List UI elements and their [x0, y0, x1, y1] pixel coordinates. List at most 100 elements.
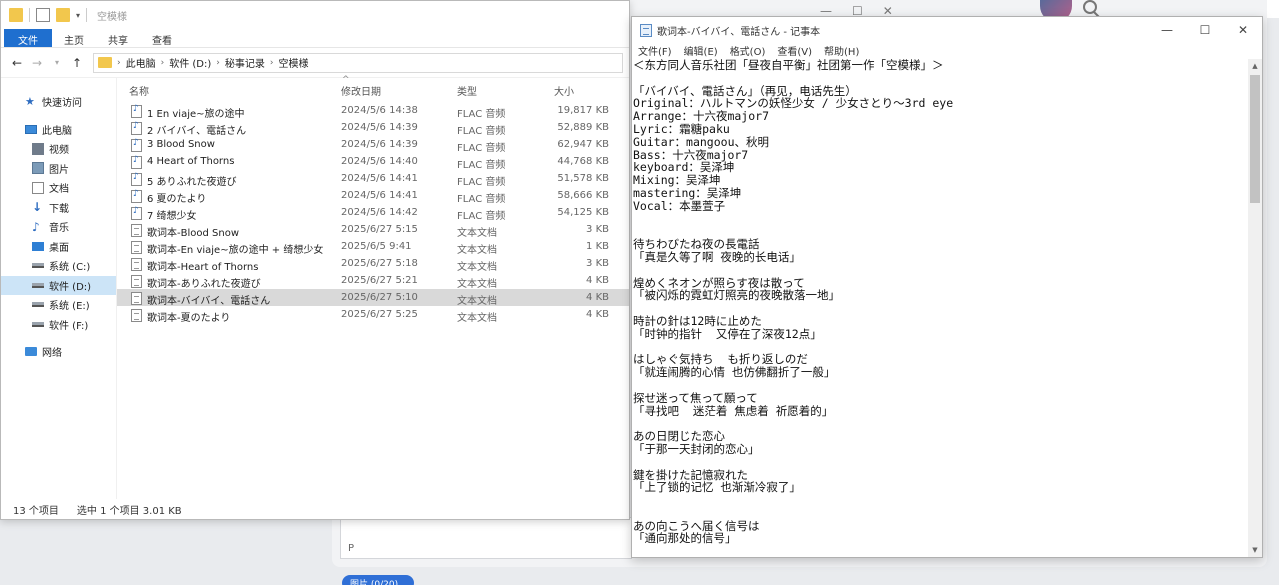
up-arrow-icon[interactable]: ↑ — [69, 55, 85, 71]
file-type: 文本文档 — [457, 296, 497, 307]
sidebar-item-drive-d[interactable]: 软件 (D:) — [1, 275, 116, 295]
sidebar-item-label: 视频 — [49, 145, 69, 157]
table-row[interactable]: 5 ありふれた夜遊び 2024/5/6 14:41 FLAC 音频 51,578 KB — [117, 170, 629, 188]
explorer-body: ★ 快速访问 此电脑 视频 图片 文档 ↓ 下载 ♪ 音乐 桌面 系统 (C:)… — [1, 75, 629, 499]
sidebar-item-quick-access[interactable]: ★ 快速访问 — [1, 92, 116, 112]
column-header-type[interactable]: 类型 — [457, 83, 477, 98]
tab-home[interactable]: 主页 — [52, 29, 96, 47]
sidebar-item-network[interactable]: 网络 — [1, 342, 116, 362]
chevron-right-icon[interactable]: › — [216, 58, 220, 68]
scrollbar-thumb[interactable] — [1250, 75, 1260, 203]
table-row[interactable]: 7 绮想少女 2024/5/6 14:42 FLAC 音频 54,125 KB — [117, 204, 629, 222]
file-date: 2025/6/27 5:18 — [341, 258, 418, 269]
sidebar-item-desktop[interactable]: 桌面 — [1, 237, 116, 257]
new-folder-icon[interactable] — [56, 8, 70, 22]
close-icon[interactable]: ✕ — [1224, 17, 1262, 43]
column-header-size[interactable]: 大小 — [554, 83, 574, 98]
text-line: 「真是久等了啊 夜晚的长电话」 — [633, 249, 801, 264]
tab-view[interactable]: 查看 — [140, 29, 184, 47]
sidebar-item-label: 快速访问 — [42, 98, 82, 110]
minimize-icon[interactable]: — — [1148, 17, 1186, 43]
sidebar-item-label: 软件 (D:) — [49, 281, 92, 293]
file-size: 3 KB — [586, 258, 609, 269]
table-row[interactable]: 歌词本-Blood Snow 2025/6/27 5:15 文本文档 3 KB — [117, 221, 629, 239]
column-header-name[interactable]: 名称 — [129, 83, 149, 98]
chevron-down-icon[interactable]: ▾ — [76, 11, 80, 20]
menu-edit[interactable]: 编辑(E) — [684, 43, 718, 59]
forward-arrow-icon[interactable]: → — [29, 55, 45, 71]
menu-help[interactable]: 帮助(H) — [824, 43, 859, 59]
file-name: 7 绮想少女 — [147, 211, 197, 222]
sidebar-item-documents[interactable]: 文档 — [1, 178, 116, 198]
breadcrumb-item[interactable]: 秘事记录 — [225, 55, 265, 70]
window-title: 歌词本-バイバイ、電話さん - 记事本 — [657, 26, 821, 38]
text-file-icon — [131, 309, 142, 322]
table-row[interactable]: 歌词本-ありふれた夜遊び 2025/6/27 5:21 文本文档 4 KB — [117, 272, 629, 290]
image-count-pill[interactable]: 图片 (0/20) — [342, 575, 414, 585]
sidebar-item-drive-e[interactable]: 系统 (E:) — [1, 295, 116, 315]
text-line — [633, 456, 1248, 469]
tab-share[interactable]: 共享 — [96, 29, 140, 47]
text-line — [633, 494, 1248, 507]
sidebar-item-drive-f[interactable]: 软件 (F:) — [1, 315, 116, 335]
breadcrumb-item[interactable]: 空模様 — [279, 55, 309, 70]
table-row[interactable]: 4 Heart of Thorns 2024/5/6 14:40 FLAC 音频 44… — [117, 153, 629, 171]
breadcrumb-item[interactable]: 软件 (D:) — [169, 55, 211, 70]
table-row[interactable]: 歌词本-夏のたより 2025/6/27 5:25 文本文档 4 KB — [117, 306, 629, 324]
file-type: 文本文档 — [457, 313, 497, 324]
file-type: 文本文档 — [457, 279, 497, 290]
music-icon: ♪ — [32, 219, 40, 234]
maximize-icon[interactable]: ☐ — [1186, 17, 1224, 43]
sidebar-item-this-pc[interactable]: 此电脑 — [1, 120, 116, 140]
text-line: 時計の針は12時に止めた — [633, 313, 762, 328]
sidebar-item-videos[interactable]: 视频 — [1, 139, 116, 159]
table-row[interactable]: 歌词本-En viaje~旅の途中 + 绮想少女 2025/6/5 9:41 文本文… — [117, 238, 629, 256]
address-row: ← → ▾ ↑ › 此电脑 › 软件 (D:) › 秘事记录 › 空模様 — [1, 48, 629, 78]
tab-file[interactable]: 文件 — [4, 29, 52, 47]
file-name: 5 ありふれた夜遊び — [147, 177, 237, 188]
text-line: keyboard：吴泽坤 — [633, 160, 735, 175]
table-row[interactable]: 2 バイバイ、電話さん 2024/5/6 14:39 FLAC 音频 52,889 K… — [117, 119, 629, 137]
scroll-up-icon[interactable]: ▲ — [1248, 59, 1262, 73]
chevron-right-icon[interactable]: › — [117, 58, 121, 68]
file-name: 1 En viaje~旅の途中 — [147, 109, 245, 120]
breadcrumb-item[interactable]: 此电脑 — [126, 55, 156, 70]
file-size: 58,666 KB — [557, 190, 609, 201]
menu-format[interactable]: 格式(O) — [730, 43, 766, 59]
file-date: 2024/5/6 14:39 — [341, 122, 418, 133]
background-input-hint: P — [348, 543, 355, 554]
text-editor[interactable]: ＜东方同人音乐社团「昼夜自平衡」社团第一作「空模様」＞ 「バイバイ、電話さん」（再… — [632, 59, 1248, 557]
scroll-down-icon[interactable]: ▼ — [1248, 543, 1262, 557]
table-row[interactable]: 歌词本-バイバイ、電話さん 2025/6/27 5:10 文本文档 4 KB — [117, 289, 629, 307]
vertical-scrollbar[interactable]: ▲ ▼ — [1248, 59, 1262, 557]
drive-icon — [32, 302, 44, 308]
breadcrumb[interactable]: › 此电脑 › 软件 (D:) › 秘事记录 › 空模様 — [93, 52, 623, 73]
file-size: 44,768 KB — [557, 156, 609, 167]
toolbar-divider — [86, 8, 88, 22]
table-row[interactable]: 1 En viaje~旅の途中 2024/5/6 14:38 FLAC 音频 19,8… — [117, 102, 629, 120]
menu-file[interactable]: 文件(F) — [638, 43, 672, 59]
back-arrow-icon[interactable]: ← — [9, 55, 25, 71]
notepad-icon — [640, 23, 652, 37]
text-line — [633, 213, 1248, 226]
file-type: FLAC 音频 — [457, 109, 506, 120]
background-input-box[interactable] — [340, 517, 632, 559]
file-explorer-window: ▾ 空模様 文件 主页 共享 查看 ← → ▾ ↑ › 此电脑 › 软件 (D:… — [0, 0, 630, 520]
column-header-date[interactable]: 修改日期 — [341, 83, 381, 98]
sidebar-item-drive-c[interactable]: 系统 (C:) — [1, 256, 116, 276]
table-row[interactable]: 6 夏のたより 2024/5/6 14:41 FLAC 音频 58,666 KB — [117, 187, 629, 205]
sidebar-item-label: 下载 — [49, 203, 69, 215]
table-row[interactable]: 3 Blood Snow 2024/5/6 14:39 FLAC 音频 62,947 … — [117, 136, 629, 154]
sidebar-item-pictures[interactable]: 图片 — [1, 159, 116, 179]
table-row[interactable]: 歌词本-Heart of Thorns 2025/6/27 5:18 文本文档 3 K… — [117, 255, 629, 273]
chevron-right-icon[interactable]: › — [161, 58, 165, 68]
sidebar-item-label: 图片 — [49, 164, 69, 176]
menu-view[interactable]: 查看(V) — [777, 43, 812, 59]
properties-icon[interactable] — [36, 8, 50, 22]
audio-file-icon — [131, 189, 142, 203]
sidebar-item-downloads[interactable]: ↓ 下载 — [1, 198, 116, 218]
chevron-right-icon[interactable]: › — [270, 58, 274, 68]
recent-chevron-icon[interactable]: ▾ — [49, 55, 65, 71]
sidebar-item-music[interactable]: ♪ 音乐 — [1, 217, 116, 237]
sidebar-item-label: 桌面 — [49, 242, 69, 254]
